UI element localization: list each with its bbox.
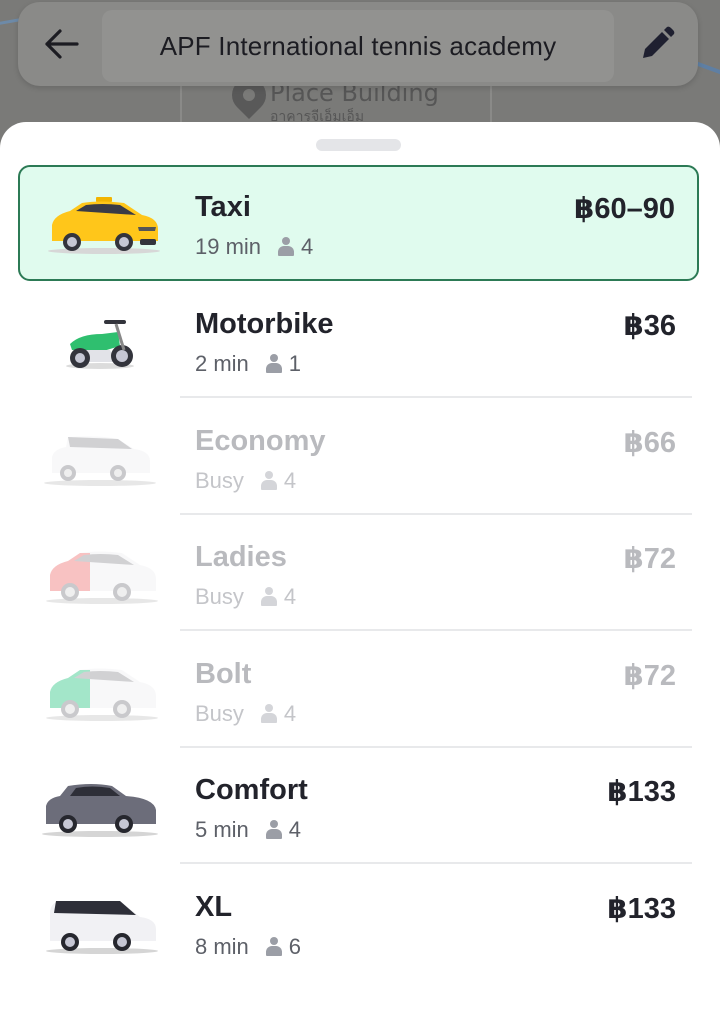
ride-option-price: ฿72 (623, 660, 676, 692)
ride-option-seats: 4 (283, 584, 297, 609)
ride-option-name: Economy (195, 425, 326, 457)
ride-option-eta: Busy (195, 701, 244, 726)
ride-option-price: ฿133 (607, 776, 676, 808)
ride-option-eta: 2 min (195, 351, 249, 376)
pencil-icon (643, 26, 675, 58)
person-icon (265, 820, 283, 840)
divider (180, 862, 692, 864)
yellow-taxi-icon (48, 197, 160, 254)
person-icon (260, 704, 278, 724)
divider (180, 396, 692, 398)
ride-option-eta: Busy (195, 468, 244, 493)
sheet-drag-handle[interactable] (316, 139, 401, 151)
ride-option-eta: Busy (195, 584, 244, 609)
ride-option-meta: Busy 4 (195, 584, 296, 610)
ride-option-name: Bolt (195, 658, 252, 690)
ride-option-eta: 8 min (195, 934, 249, 959)
pink-car-icon (46, 551, 158, 604)
ride-option-meta: Busy 4 (195, 468, 296, 494)
back-button[interactable] (40, 22, 84, 66)
ride-option-name: Taxi (195, 191, 251, 223)
white-car-icon (44, 436, 156, 486)
ride-option-eta: 19 min (195, 234, 262, 259)
ride-option-price: ฿60–90 (574, 193, 675, 225)
ride-option-price: ฿72 (623, 543, 676, 575)
ride-option-meta: Busy 4 (195, 701, 296, 727)
ride-option-seats: 4 (288, 817, 302, 842)
ride-option-seats: 4 (283, 701, 297, 726)
grey-sedan-icon (42, 784, 158, 837)
ride-option-name: XL (195, 891, 233, 923)
ride-option-comfort[interactable]: Comfort 5 min 4 ฿133 (0, 748, 720, 864)
person-icon (277, 237, 295, 257)
ride-option-eta: 5 min (195, 817, 249, 842)
destination-field[interactable]: APF International tennis academy (102, 10, 614, 82)
ride-option-meta: 19 min 4 (195, 234, 313, 260)
ride-option-name: Motorbike (195, 308, 334, 340)
ride-option-ladies[interactable]: Ladies Busy 4 ฿72 (0, 515, 720, 631)
ride-option-bolt[interactable]: Bolt Busy 4 ฿72 (0, 632, 720, 748)
white-van-icon (46, 901, 158, 954)
green-motorbike-icon (66, 320, 134, 369)
ride-option-meta: 5 min 4 (195, 817, 301, 843)
ride-option-seats: 4 (301, 234, 314, 259)
ride-option-price: ฿66 (623, 427, 676, 459)
person-icon (265, 937, 283, 957)
destination-bar: APF International tennis academy (18, 2, 698, 86)
ride-option-xl[interactable]: XL 8 min 6 ฿133 (0, 865, 720, 981)
ride-option-price: ฿133 (607, 893, 676, 925)
ride-options-sheet: Taxi 19 min 4 ฿60–90 Motorbike 2 min 1 ฿… (0, 122, 720, 1016)
ride-option-motorbike[interactable]: Motorbike 2 min 1 ฿36 (0, 282, 720, 398)
person-icon (260, 471, 278, 491)
person-icon (260, 587, 278, 607)
ride-option-name: Ladies (195, 541, 287, 573)
ride-option-price: ฿36 (623, 310, 676, 342)
ride-option-meta: 8 min 6 (195, 934, 301, 960)
ride-option-seats: 1 (288, 351, 302, 376)
person-icon (265, 354, 283, 374)
ride-option-taxi[interactable]: Taxi 19 min 4 ฿60–90 (18, 165, 699, 281)
arrow-left-icon (45, 29, 79, 59)
ride-option-meta: 2 min 1 (195, 351, 301, 377)
ride-option-seats: 4 (283, 468, 297, 493)
green-car-icon (46, 668, 158, 721)
divider (180, 629, 692, 631)
ride-option-economy[interactable]: Economy Busy 4 ฿66 (0, 399, 720, 515)
edit-destination-button[interactable] (632, 22, 682, 66)
ride-option-name: Comfort (195, 774, 308, 806)
ride-option-seats: 6 (288, 934, 302, 959)
